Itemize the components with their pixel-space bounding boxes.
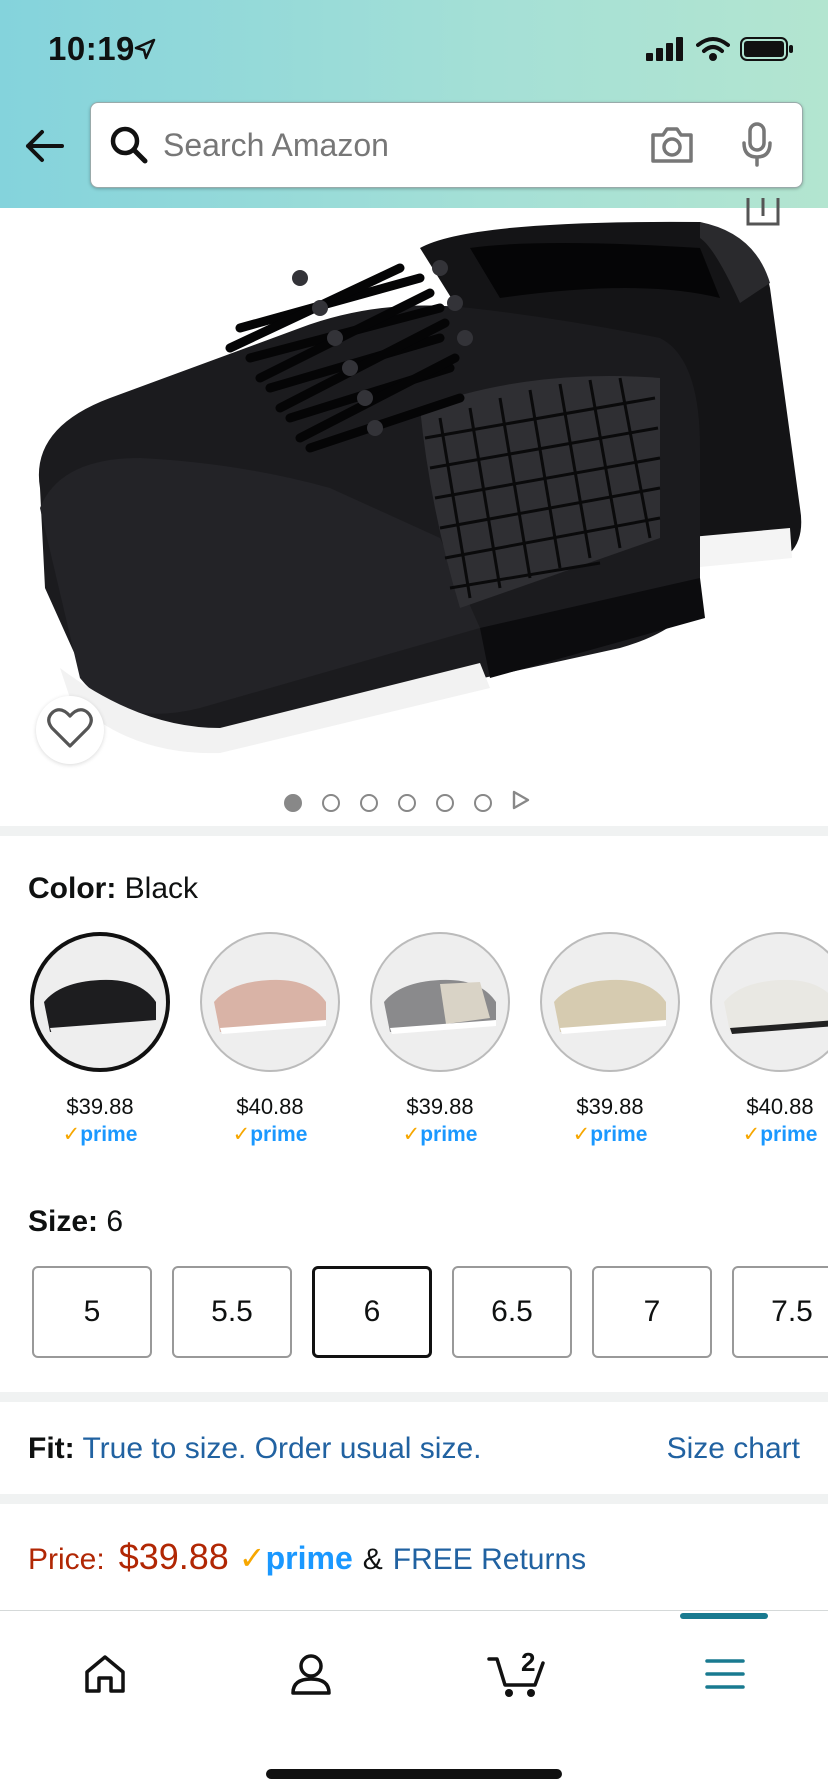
status-time: 10:19 bbox=[48, 30, 135, 67]
color-label: Color: Black bbox=[28, 872, 198, 906]
color-swatches: $39.88 ✓prime $40.88 ✓prime $39.88 ✓prim… bbox=[30, 932, 828, 1152]
free-returns-link[interactable]: FREE Returns bbox=[393, 1543, 586, 1577]
color-swatch[interactable]: $39.88 ✓prime bbox=[540, 932, 680, 1147]
price-row: Price: $39.88 ✓prime & FREE Returns bbox=[28, 1536, 586, 1578]
image-dot[interactable] bbox=[360, 793, 378, 812]
price-value: $39.88 bbox=[118, 1536, 229, 1577]
battery-icon bbox=[740, 36, 794, 67]
cart-icon: 2 bbox=[487, 1646, 547, 1704]
swatch-price: $39.88 bbox=[406, 1094, 474, 1119]
wishlist-heart-button[interactable] bbox=[36, 696, 104, 764]
home-indicator bbox=[266, 1769, 562, 1779]
size-options: 5 5.5 6 6.5 7 7.5 bbox=[32, 1266, 828, 1360]
wifi-icon bbox=[696, 36, 730, 67]
prime-badge: ✓prime bbox=[402, 1123, 478, 1146]
nav-menu[interactable] bbox=[680, 1641, 770, 1711]
home-icon bbox=[83, 1654, 127, 1699]
size-option[interactable]: 5.5 bbox=[172, 1266, 292, 1358]
color-swatch[interactable]: $39.88 ✓prime bbox=[30, 932, 170, 1147]
size-option[interactable]: 7 bbox=[592, 1266, 712, 1358]
size-chart-link[interactable]: Size chart bbox=[667, 1432, 800, 1466]
cart-count: 2 bbox=[521, 1646, 536, 1677]
search-input[interactable] bbox=[163, 103, 683, 187]
signal-icon bbox=[646, 37, 686, 66]
fit-text[interactable]: True to size. Order usual size. bbox=[82, 1432, 481, 1465]
prime-badge: ✓prime bbox=[572, 1123, 648, 1146]
heart-icon bbox=[47, 707, 93, 754]
selected-color: Black bbox=[124, 872, 199, 905]
image-dot[interactable] bbox=[436, 793, 454, 812]
swatch-price: $40.88 bbox=[746, 1094, 814, 1119]
swatch-image bbox=[200, 932, 340, 1072]
share-icon[interactable] bbox=[746, 196, 780, 231]
prime-badge: ✓prime bbox=[742, 1123, 818, 1146]
status-icons bbox=[646, 36, 794, 67]
section-divider bbox=[0, 1392, 828, 1402]
color-swatch[interactable]: $40.88 ✓prime bbox=[710, 932, 828, 1147]
selected-size: 6 bbox=[106, 1205, 124, 1238]
color-swatch[interactable]: $40.88 ✓prime bbox=[200, 932, 340, 1147]
nav-home[interactable] bbox=[60, 1641, 150, 1711]
size-option[interactable]: 6.5 bbox=[452, 1266, 572, 1358]
product-image[interactable] bbox=[0, 208, 828, 768]
swatch-price: $39.88 bbox=[576, 1094, 644, 1119]
header: 10:19 bbox=[0, 0, 828, 208]
user-icon bbox=[290, 1653, 332, 1700]
swatch-image bbox=[370, 932, 510, 1072]
size-option[interactable]: 5 bbox=[32, 1266, 152, 1358]
menu-icon bbox=[705, 1658, 745, 1695]
ampersand: & bbox=[362, 1543, 383, 1576]
swatch-price: $40.88 bbox=[236, 1094, 304, 1119]
image-pagination[interactable] bbox=[284, 790, 530, 815]
prime-badge: ✓prime bbox=[238, 1540, 353, 1576]
image-dot[interactable] bbox=[322, 793, 340, 812]
search-icon bbox=[109, 125, 149, 170]
microphone-icon[interactable] bbox=[739, 121, 775, 174]
fit-row: Fit: True to size. Order usual size. Siz… bbox=[28, 1432, 800, 1466]
size-option[interactable]: 6 bbox=[312, 1266, 432, 1358]
play-video-icon[interactable] bbox=[512, 790, 530, 815]
image-dot[interactable] bbox=[284, 793, 302, 812]
nav-account[interactable] bbox=[266, 1641, 356, 1711]
swatch-image bbox=[30, 932, 170, 1072]
prime-badge: ✓prime bbox=[62, 1123, 138, 1146]
search-bar[interactable] bbox=[90, 102, 803, 188]
swatch-price: $39.88 bbox=[66, 1094, 134, 1119]
bottom-nav: 2 bbox=[0, 1610, 828, 1792]
size-label-title: Size: bbox=[28, 1205, 99, 1238]
size-label: Size: 6 bbox=[28, 1205, 123, 1239]
color-label-title: Color: bbox=[28, 872, 117, 905]
nav-cart[interactable]: 2 bbox=[472, 1641, 562, 1711]
swatch-image bbox=[710, 932, 828, 1072]
location-arrow-icon bbox=[134, 38, 156, 65]
back-button[interactable] bbox=[22, 124, 66, 168]
image-dot[interactable] bbox=[474, 793, 492, 812]
prime-badge: ✓prime bbox=[232, 1123, 308, 1146]
image-dot[interactable] bbox=[398, 793, 416, 812]
section-divider bbox=[0, 826, 828, 836]
fit-label: Fit: bbox=[28, 1432, 75, 1465]
active-tab-indicator bbox=[680, 1613, 768, 1619]
color-swatch[interactable]: $39.88 ✓prime bbox=[370, 932, 510, 1147]
camera-icon[interactable] bbox=[649, 125, 695, 170]
section-divider bbox=[0, 1494, 828, 1504]
price-label: Price: bbox=[28, 1543, 105, 1576]
swatch-image bbox=[540, 932, 680, 1072]
size-option[interactable]: 7.5 bbox=[732, 1266, 828, 1358]
